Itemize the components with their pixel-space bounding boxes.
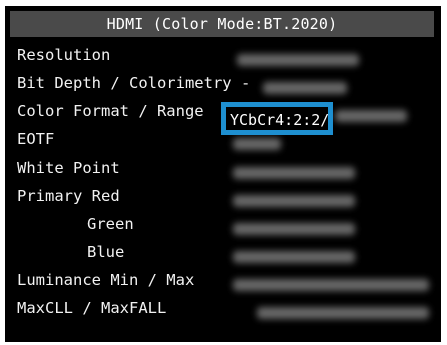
maxcll-value-blurred [257, 307, 429, 319]
bit-depth-value-blurred [263, 82, 347, 94]
luminance-value-blurred [233, 279, 429, 291]
row-primary-red: Primary Red [17, 185, 120, 207]
primary-blue-value-blurred [233, 251, 355, 263]
range-value-blurred [335, 110, 407, 122]
resolution-value-blurred [237, 54, 359, 66]
row-label: Primary Red [17, 187, 120, 205]
row-label: White Point [17, 159, 120, 177]
row-maxcll-maxfall: MaxCLL / MaxFALL [17, 297, 166, 319]
color-format-highlight-box: YCbCr4:2:2/ [221, 102, 333, 135]
row-label: Luminance Min / Max [17, 271, 195, 289]
row-primary-blue: Blue [17, 241, 124, 263]
eotf-value-blurred [233, 138, 281, 150]
row-label: Resolution [17, 46, 111, 64]
primary-green-value-blurred [233, 223, 355, 235]
row-resolution: Resolution [17, 44, 110, 66]
osd-signal-info-panel: HDMI (Color Mode:BT.2020) Resolution Bit… [5, 6, 441, 342]
row-label: Bit Depth / Colorimetry - [17, 74, 251, 92]
row-white-point: White Point [17, 157, 120, 179]
row-label: Color Format / Range [17, 102, 204, 120]
row-label: MaxCLL / MaxFALL [17, 299, 167, 317]
monitor-bezel: HDMI (Color Mode:BT.2020) Resolution Bit… [0, 0, 447, 345]
row-eotf: EOTF [17, 128, 54, 150]
white-point-value-blurred [233, 167, 355, 179]
osd-title: HDMI (Color Mode:BT.2020) [10, 11, 434, 37]
row-color-format-range: Color Format / Range [17, 100, 204, 122]
row-luminance: Luminance Min / Max [17, 269, 194, 291]
row-label: EOTF [17, 130, 55, 148]
row-primary-green: Green [17, 213, 134, 235]
row-label: Green [87, 215, 134, 233]
row-label: Blue [87, 243, 125, 261]
row-bit-depth-colorimetry: Bit Depth / Colorimetry - [17, 72, 250, 94]
color-format-value: YCbCr4:2:2/ [230, 111, 330, 129]
primary-red-value-blurred [233, 195, 355, 207]
